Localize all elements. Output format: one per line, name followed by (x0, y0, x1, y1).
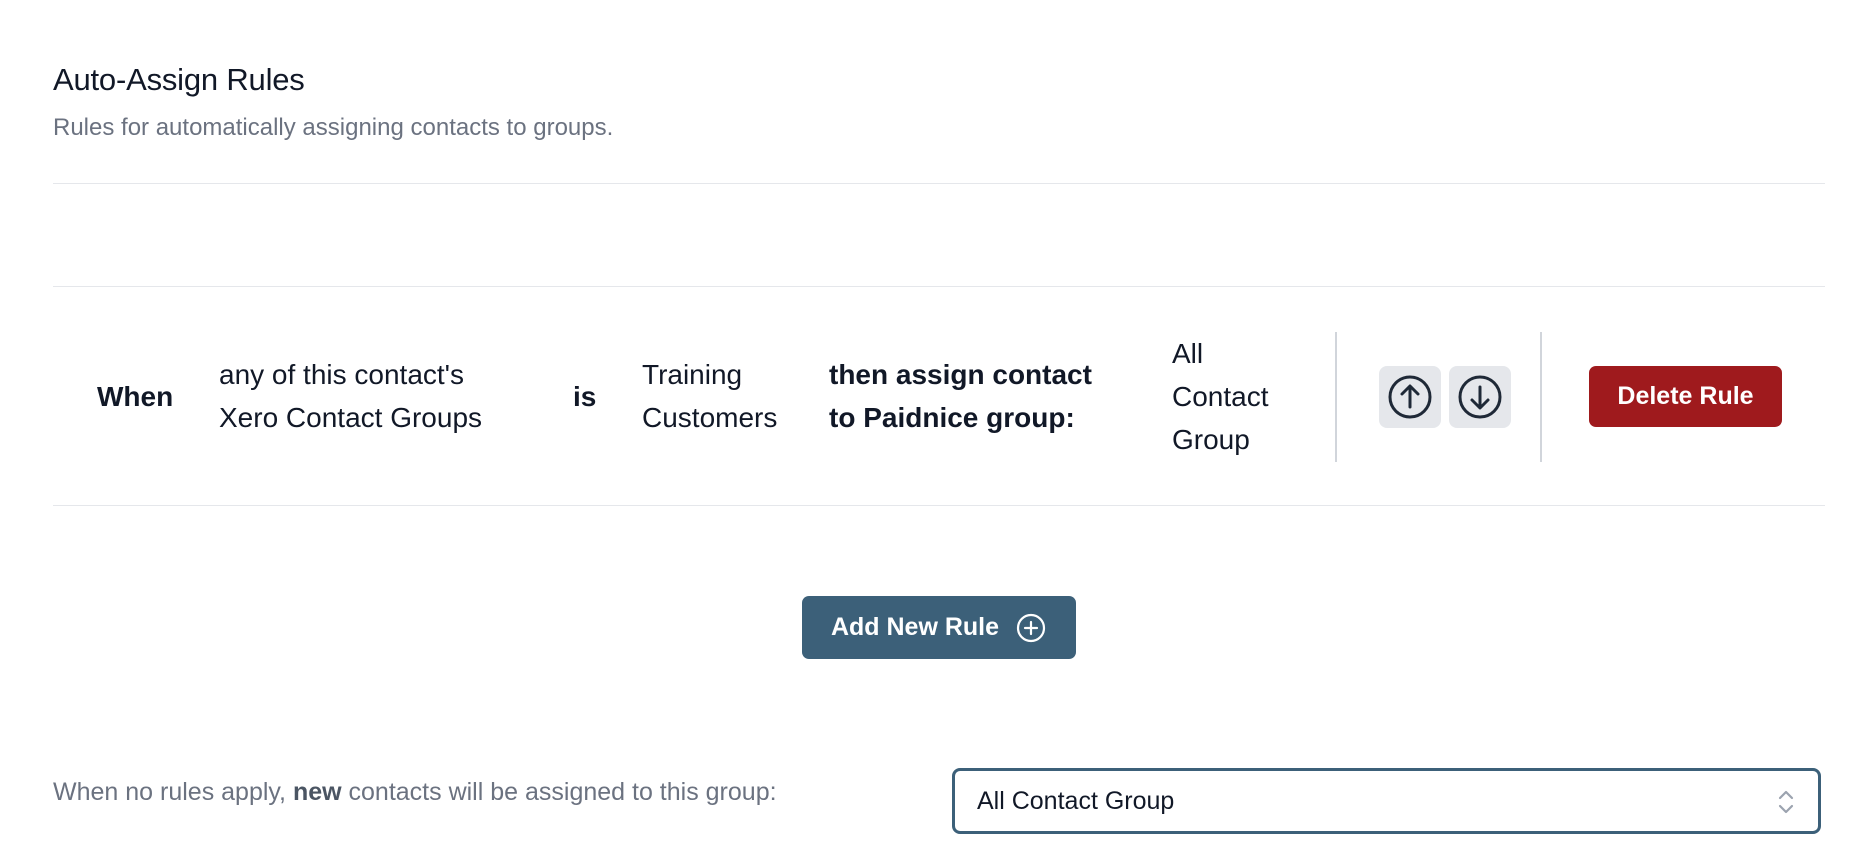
add-new-rule-label: Add New Rule (830, 613, 1000, 641)
delete-rule-button[interactable]: Delete Rule (1589, 366, 1782, 427)
default-group-description: When no rules apply, new contacts will b… (53, 778, 777, 807)
rule-value-line1: Training (642, 359, 743, 390)
section-subtitle: Rules for automatically assigning contac… (53, 114, 614, 141)
plus-circle-icon (1016, 613, 1046, 642)
rule-field-line2: Xero Contact Groups (219, 402, 483, 433)
chevron-up-down-icon (1778, 790, 1794, 814)
rule-group-line2: Contact (1172, 381, 1269, 412)
rule-then-label: then assign contact to Paidnice group: (829, 353, 1092, 439)
auto-assign-rules-page: Auto-Assign Rules Rules for automaticall… (0, 0, 1856, 860)
default-group-selected-value: All Contact Group (977, 786, 1175, 815)
rule-separator-left (1335, 332, 1337, 462)
rule-target-group: All Contact Group (1172, 332, 1269, 461)
rule-field: any of this contact's Xero Contact Group… (219, 353, 482, 439)
rule-operator: is (573, 381, 597, 412)
default-group-text-after: contacts will be assigned to this group: (341, 778, 777, 806)
divider-rule-bottom (53, 505, 1825, 506)
default-group-select[interactable]: All Contact Group (952, 768, 1821, 834)
rule-separator-right (1540, 332, 1542, 462)
rule-group-line3: Group (1172, 424, 1250, 455)
move-rule-up-button[interactable] (1379, 366, 1441, 428)
arrow-up-circle-icon (1388, 375, 1432, 419)
add-new-rule-button[interactable]: Add New Rule (802, 596, 1076, 659)
divider-top (53, 183, 1825, 184)
default-group-text-bold: new (292, 778, 342, 806)
rule-group-line1: All (1172, 338, 1204, 369)
arrow-down-circle-icon (1458, 375, 1502, 419)
rule-then-line2: to Paidnice group: (829, 402, 1075, 433)
rule-value-line2: Customers (642, 402, 778, 433)
rule-field-line1: any of this contact's (219, 359, 465, 390)
default-group-text-before: When no rules apply, (53, 778, 293, 806)
section-title: Auto-Assign Rules (53, 62, 305, 97)
rule-value: Training Customers (642, 353, 777, 439)
rule-then-line1: then assign contact (829, 359, 1092, 390)
move-rule-down-button[interactable] (1449, 366, 1511, 428)
divider-rule-top (53, 286, 1825, 287)
rule-row: When any of this contact's Xero Contact … (53, 288, 1825, 506)
rule-when-label: When (97, 381, 174, 412)
